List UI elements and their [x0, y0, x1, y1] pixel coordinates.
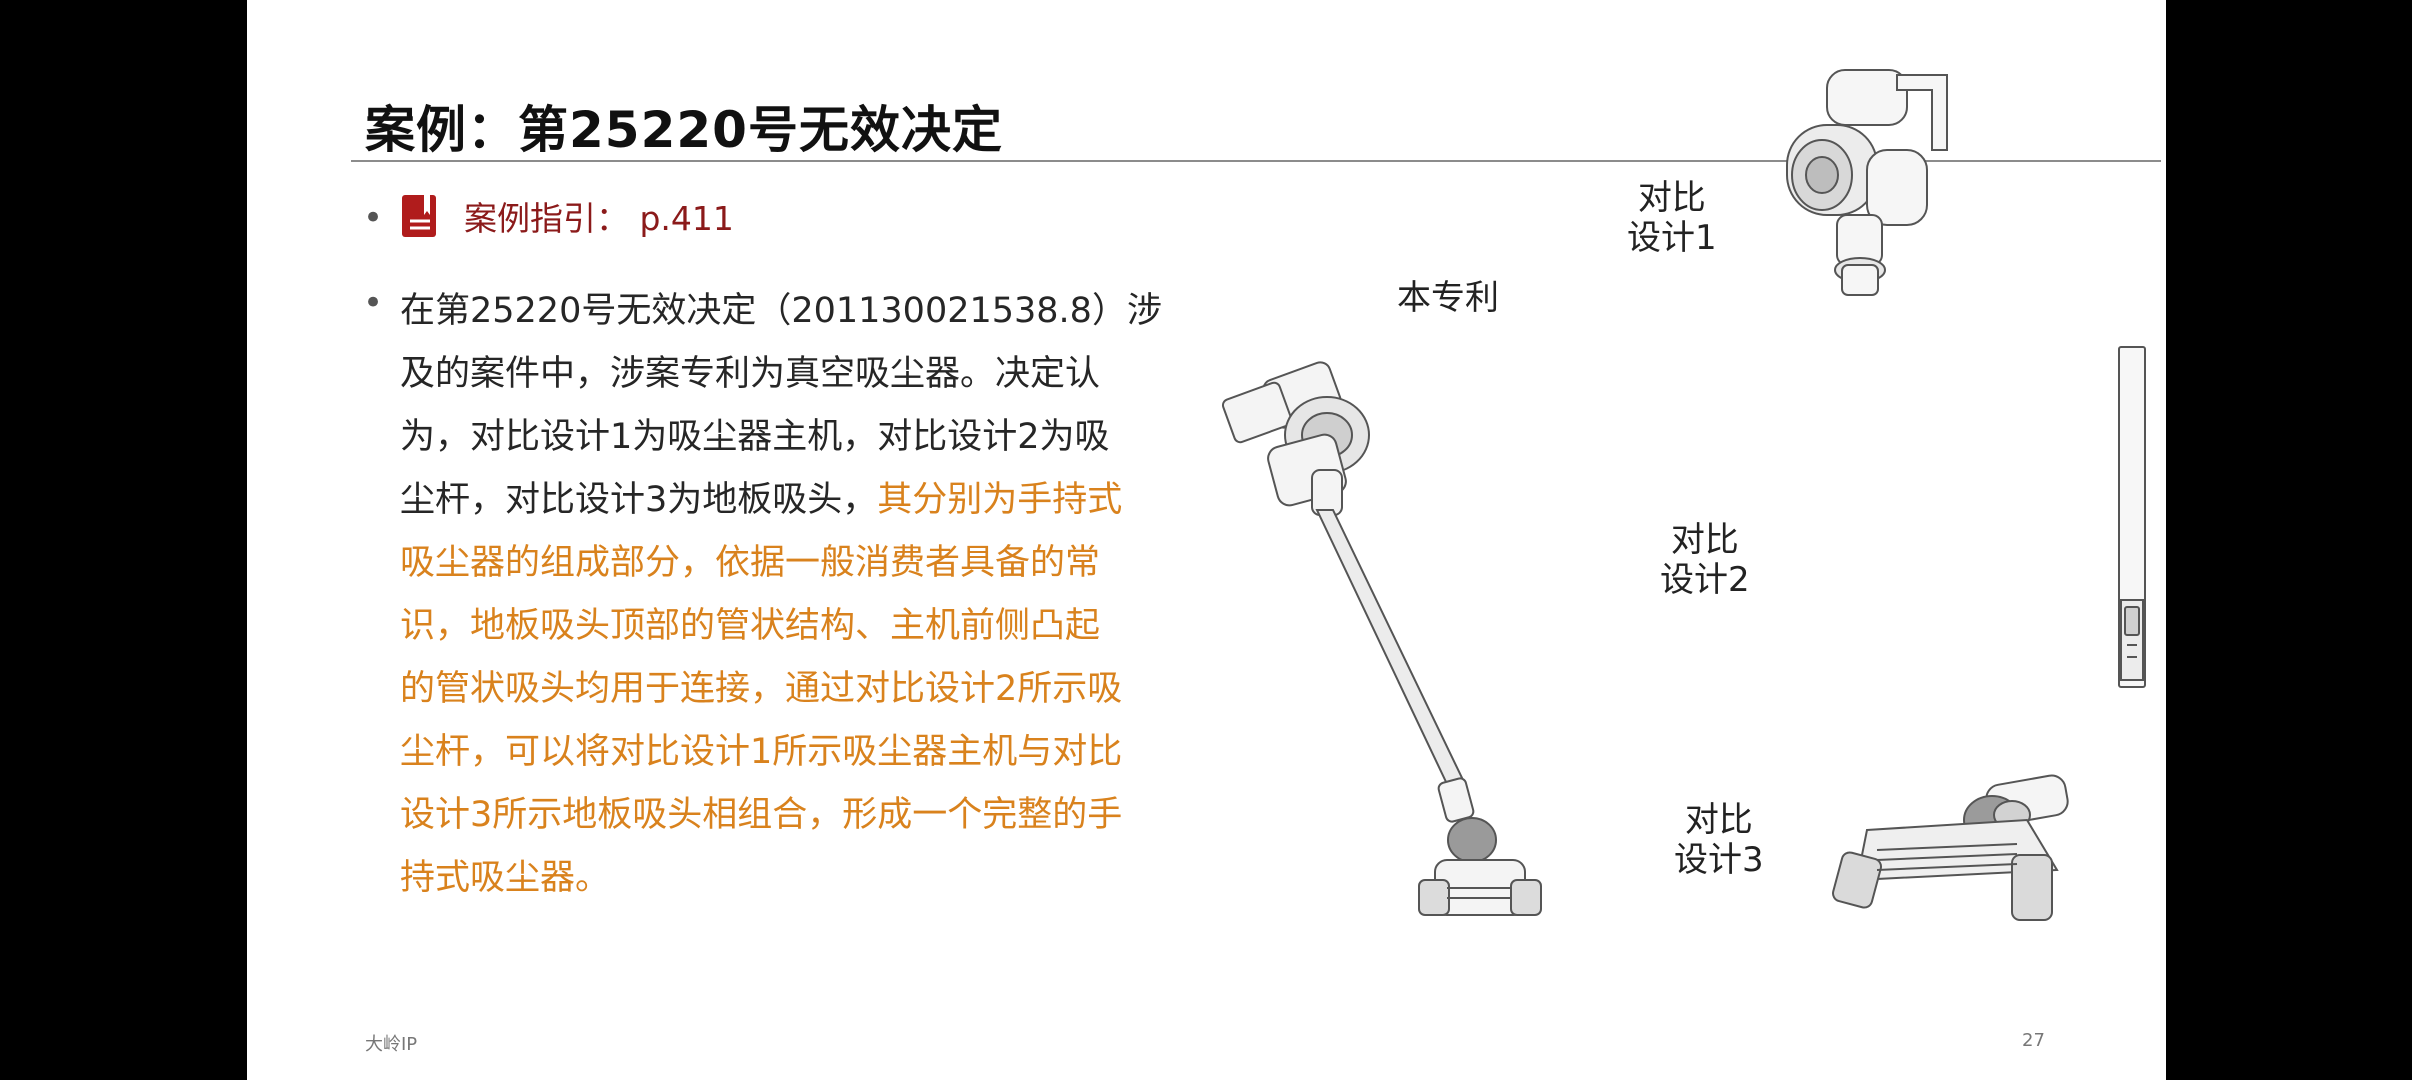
footer-brand: 大岭IP — [365, 1030, 417, 1056]
body-text: 尘杆，对比设计3为地板吸头， — [400, 480, 877, 520]
design3-label-line1: 对比 — [1674, 800, 1764, 840]
design1-label-line1: 对比 — [1627, 178, 1717, 218]
case-guide-label: 案例指引： p.411 — [464, 192, 734, 240]
design1-main-unit-figure — [1777, 65, 1957, 315]
slide-title: 案例：第25220号无效决定 — [365, 90, 1003, 162]
this-patent-label: 本专利 — [1397, 278, 1499, 318]
highlighted-text: 尘杆，可以将对比设计1所示吸尘器主机与对比 — [400, 732, 1122, 772]
description-line: 尘杆，对比设计3为地板吸头，其分别为手持式 — [400, 469, 1200, 532]
design3-label-line2: 设计3 — [1674, 840, 1764, 880]
design2-wand-figure — [2107, 345, 2157, 695]
case-guide: 案例指引： p.411 — [400, 192, 734, 240]
description-line: 为，对比设计1为吸尘器主机，对比设计2为吸 — [400, 406, 1200, 469]
description-line: 识，地板吸头顶部的管状结构、主机前侧凸起 — [400, 595, 1200, 658]
slide: 案例：第25220号无效决定 • 案例指引： p.411 • 在第25220号无… — [247, 0, 2166, 1080]
description-line: 持式吸尘器。 — [400, 847, 1200, 910]
description-line: 及的案件中，涉案专利为真空吸尘器。决定认 — [400, 343, 1200, 406]
body-text: 为，对比设计1为吸尘器主机，对比设计2为吸 — [400, 417, 1110, 457]
description-line: 设计3所示地板吸头相组合，形成一个完整的手 — [400, 784, 1200, 847]
highlighted-text: 识，地板吸头顶部的管状结构、主机前侧凸起 — [400, 606, 1100, 646]
highlighted-text: 吸尘器的组成部分，依据一般消费者具备的常 — [400, 543, 1100, 583]
case-description: 在第25220号无效决定（201130021538.8）涉及的案件中，涉案专利为… — [400, 280, 1200, 910]
highlighted-text: 其分别为手持式 — [877, 480, 1122, 520]
highlighted-text: 设计3所示地板吸头相组合，形成一个完整的手 — [400, 795, 1122, 835]
design3-label: 对比 设计3 — [1674, 800, 1764, 880]
body-text: 在第25220号无效决定（201130021538.8）涉 — [400, 291, 1162, 331]
design2-label: 对比 设计2 — [1660, 520, 1750, 600]
design1-label-line2: 设计1 — [1627, 218, 1717, 258]
design1-label: 对比 设计1 — [1627, 178, 1717, 258]
description-line: 尘杆，可以将对比设计1所示吸尘器主机与对比 — [400, 721, 1200, 784]
body-text: 及的案件中，涉案专利为真空吸尘器。决定认 — [400, 354, 1100, 394]
design2-label-line1: 对比 — [1660, 520, 1750, 560]
vacuum-cleaner-figure — [1207, 340, 1667, 940]
book-icon — [400, 193, 440, 239]
design3-floor-head-figure — [1817, 760, 2087, 940]
description-line: 在第25220号无效决定（201130021538.8）涉 — [400, 280, 1200, 343]
bullet-dot: • — [363, 283, 383, 323]
highlighted-text: 持式吸尘器。 — [400, 858, 610, 898]
description-line: 的管状吸头均用于连接，通过对比设计2所示吸 — [400, 658, 1200, 721]
highlighted-text: 的管状吸头均用于连接，通过对比设计2所示吸 — [400, 669, 1122, 709]
page-number: 27 — [2022, 1030, 2045, 1051]
description-line: 吸尘器的组成部分，依据一般消费者具备的常 — [400, 532, 1200, 595]
design2-label-line2: 设计2 — [1660, 560, 1750, 600]
bullet-dot: • — [363, 198, 383, 238]
